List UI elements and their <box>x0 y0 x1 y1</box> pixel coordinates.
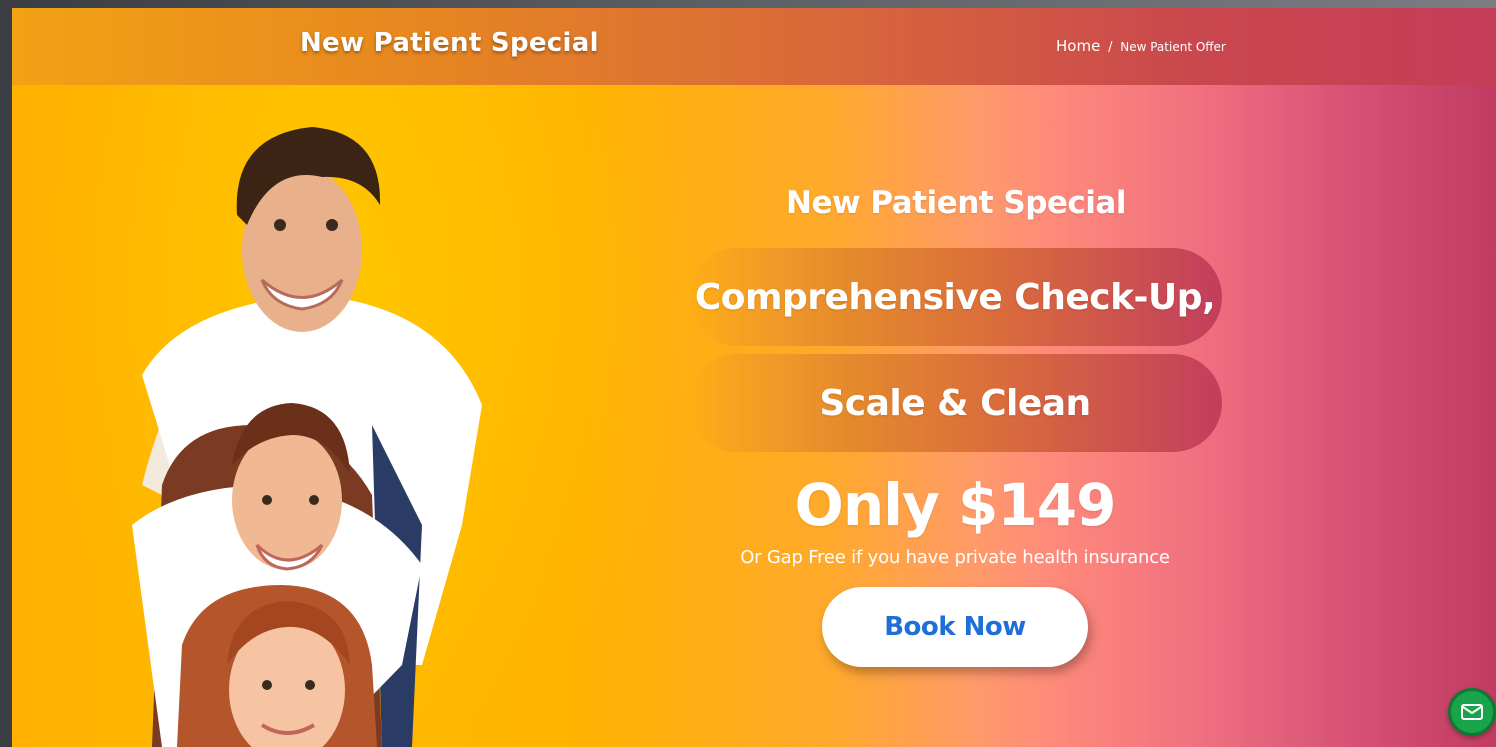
offer-line-checkup: Comprehensive Check-Up, <box>694 276 1216 318</box>
book-now-button[interactable]: Book Now <box>822 587 1088 667</box>
page: New Patient Special Home / New Patient O… <box>12 8 1496 747</box>
mail-icon <box>1461 704 1483 720</box>
book-now-label: Book Now <box>884 612 1026 642</box>
browser-top-strip <box>0 0 1496 8</box>
breadcrumb-current: New Patient Offer <box>1120 40 1226 54</box>
breadcrumb-separator: / <box>1108 40 1113 55</box>
hero-banner: New Patient Special Comprehensive Check-… <box>12 85 1496 747</box>
offer-panel: New Patient Special Comprehensive Check-… <box>688 185 1224 667</box>
breadcrumb-home-link[interactable]: Home <box>1056 37 1100 55</box>
page-header: New Patient Special Home / New Patient O… <box>12 8 1496 85</box>
family-photo <box>132 127 482 747</box>
offer-pill-checkup: Comprehensive Check-Up, <box>688 248 1222 346</box>
offer-line-clean: Scale & Clean <box>819 382 1091 424</box>
breadcrumb: Home / New Patient Offer <box>1056 37 1226 55</box>
offer-pill-clean: Scale & Clean <box>688 354 1222 452</box>
offer-subnote: Or Gap Free if you have private health i… <box>740 547 1170 568</box>
offer-price: Only $149 <box>794 471 1117 539</box>
offer-heading: New Patient Special <box>786 185 1126 221</box>
contact-mail-button[interactable] <box>1448 688 1496 736</box>
page-title: New Patient Special <box>300 28 599 58</box>
left-gutter <box>0 0 12 747</box>
